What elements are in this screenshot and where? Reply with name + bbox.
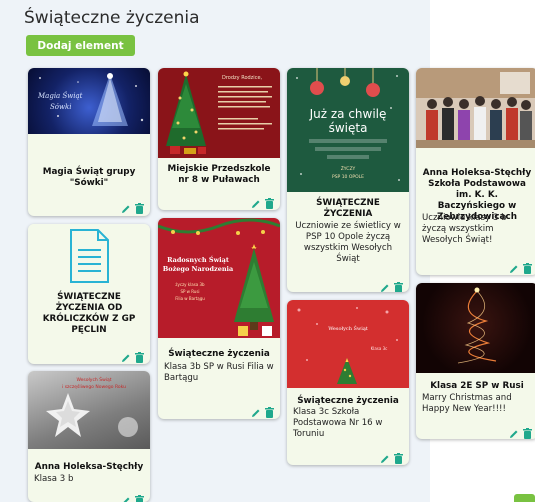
thumb-text: święta <box>329 121 368 135</box>
card-title: Klasa 2E SP w Rusi <box>430 381 524 391</box>
card-actions <box>121 491 144 502</box>
thumb-text: Wesołych Świąt <box>76 376 111 383</box>
card-kroliczki-document[interactable]: ŚWIĄTECZNE ŻYCZENIA OD KRÓLICZKÓW Z GP P… <box>28 224 150 364</box>
card-title: ŚWIĄTECZNE ŻYCZENIA OD KRÓLICZKÓW Z GP P… <box>42 292 136 335</box>
card-title: Magia Świąt grupy "Sówki" <box>42 167 136 188</box>
paper-star-image: Wesołych Świąt i szczęśliwego Nowego Rok… <box>46 376 138 437</box>
card-klasa-3b-bartag[interactable]: Radosnych Świąt Bożego Narodzenia życzy … <box>158 218 280 419</box>
board-title: Świąteczne życzenia <box>24 8 200 28</box>
edit-pencil-icon[interactable] <box>251 194 261 210</box>
card-title: Anna Holeksa-Stęchły <box>34 462 144 472</box>
edit-pencil-icon[interactable] <box>380 449 390 465</box>
trash-icon[interactable] <box>265 194 274 210</box>
card-thumbnail[interactable]: Drodzy Rodzice, <box>158 68 280 158</box>
thumb-text: Radosnych Świąt <box>167 255 229 264</box>
card-thumbnail[interactable]: Wesołych Świąt Klasa 3c <box>287 300 409 388</box>
class-photo-image <box>416 68 535 148</box>
thumb-text: życzy klasa 3b <box>175 282 205 287</box>
edit-pencil-icon[interactable] <box>121 491 131 502</box>
card-title: ŚWIĄTECZNE ŻYCZENIA <box>316 198 380 219</box>
card-miejskie-przedszkole[interactable]: Drodzy Rodzice, Miejskie Przedszkole nr … <box>158 68 280 210</box>
card-thumbnail[interactable] <box>416 68 535 148</box>
edit-pencil-icon[interactable] <box>121 348 131 364</box>
floating-action-button[interactable] <box>514 494 535 502</box>
thumb-text: Magia Świąt <box>37 91 83 100</box>
thumb-text: SP w Rusi <box>180 289 199 294</box>
trash-icon[interactable] <box>265 403 274 419</box>
edit-pencil-icon[interactable] <box>509 424 519 439</box>
thumb-text: Bożego Narodzenia <box>163 265 234 273</box>
card-description: Uczniowie ze świetlicy w PSP 10 Opole ży… <box>295 221 401 264</box>
card-description: Klasa 3c Szkoła Podstawowa Nr 16 w Torun… <box>293 407 383 439</box>
card-description: Uczniowie klasy 3 b życzą wszystkim Weso… <box>422 213 507 245</box>
card-klasa-2e-rus[interactable]: Klasa 2E SP w Rusi Marry Christmas and H… <box>416 283 535 439</box>
card-actions <box>251 403 274 419</box>
document-icon <box>70 229 109 283</box>
card-thumbnail[interactable] <box>416 283 535 373</box>
card-thumbnail[interactable]: Już za chwilę święta ŻYCZY PSP 10 OPOLE <box>287 68 409 192</box>
card-actions <box>509 259 532 275</box>
thumb-text: i szczęśliwego Nowego Roku <box>62 383 126 390</box>
add-element-button[interactable]: Dodaj element <box>26 35 135 56</box>
trash-icon[interactable] <box>523 259 532 275</box>
thumb-text: Klasa 3c <box>371 346 388 351</box>
card-thumbnail[interactable]: Wesołych Świąt i szczęśliwego Nowego Rok… <box>28 371 150 449</box>
card-actions <box>380 278 403 292</box>
card-actions <box>509 424 532 439</box>
thumb-text: Filia w Bartągu <box>175 296 205 301</box>
trash-icon[interactable] <box>394 278 403 292</box>
thumb-text: Już za chwilę <box>309 107 387 121</box>
trash-icon[interactable] <box>135 491 144 502</box>
christmas-card-image: Radosnych Świąt Bożego Narodzenia życzy … <box>158 218 280 336</box>
card-title: Miejskie Przedszkole nr 8 w Puławach <box>167 164 271 185</box>
card-thumbnail[interactable]: Radosnych Świąt Bożego Narodzenia życzy … <box>158 218 280 338</box>
edit-pencil-icon[interactable] <box>509 259 519 275</box>
card-actions <box>121 348 144 364</box>
card-thumbnail[interactable]: Magia Świąt Sówki <box>28 68 150 134</box>
card-actions <box>121 199 144 216</box>
card-thumbnail[interactable] <box>28 224 150 288</box>
trash-icon[interactable] <box>135 348 144 364</box>
red-christmas-card-image: Wesołych Świąt Klasa 3c <box>297 307 398 384</box>
trash-icon[interactable] <box>135 199 144 216</box>
card-juz-za-chwile[interactable]: Już za chwilę święta ŻYCZY PSP 10 OPOLE … <box>287 68 409 292</box>
thumb-text: Wesołych Świąt <box>328 324 368 332</box>
christmas-tree-image: Drodzy Rodzice, <box>166 71 272 154</box>
thumb-text: ŻYCZY <box>341 165 356 172</box>
edit-pencil-icon[interactable] <box>251 403 261 419</box>
card-description: Klasa 3 b <box>34 474 74 484</box>
card-description: Klasa 3b SP w Rusi Filia w Bartągu <box>164 362 274 383</box>
glowing-tree-image <box>457 287 497 364</box>
card-actions <box>380 449 403 465</box>
card-klasa-3c-torun[interactable]: Wesołych Świąt Klasa 3c Świąteczne życze… <box>287 300 409 465</box>
card-title: Świąteczne życzenia <box>168 349 270 359</box>
edit-pencil-icon[interactable] <box>121 199 131 216</box>
card-magia-swiat[interactable]: Magia Świąt Sówki Magia Świąt grupy "Sów… <box>28 68 150 216</box>
trash-icon[interactable] <box>394 449 403 465</box>
edit-pencil-icon[interactable] <box>380 278 390 292</box>
card-anna-holeksa-zebrzydowice[interactable]: Anna Holeksa-Stęchły Szkoła Podstawowa i… <box>416 68 535 275</box>
thumb-text: Sówki <box>50 103 71 111</box>
card-description: Marry Christmas and Happy New Year!!!! <box>422 393 512 414</box>
card-anna-holeksa-klasa-3b[interactable]: Wesołych Świąt i szczęśliwego Nowego Rok… <box>28 371 150 502</box>
thumb-text: Drodzy Rodzice, <box>222 75 263 81</box>
card-actions <box>251 194 274 210</box>
card-title: Świąteczne życzenia <box>297 396 399 406</box>
thumb-text: PSP 10 OPOLE <box>332 174 364 180</box>
trash-icon[interactable] <box>523 424 532 439</box>
ornaments-greeting-image: Już za chwilę święta ŻYCZY PSP 10 OPOLE <box>296 68 400 181</box>
christmas-tree-lights-image: Magia Świąt Sówki <box>37 73 144 126</box>
